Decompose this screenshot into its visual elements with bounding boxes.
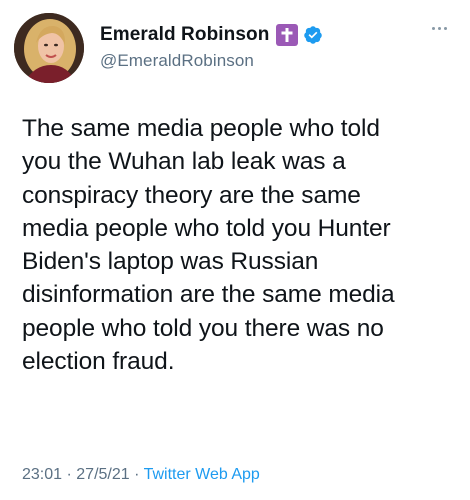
- tweet-card: Emerald Robinson @EmeraldRobinson The sa…: [0, 0, 470, 500]
- cross-icon: [276, 24, 299, 46]
- meta-separator: ·: [66, 466, 72, 483]
- tweet-text: The same media people who told you the W…: [22, 115, 395, 376]
- verified-check-icon: [303, 25, 323, 45]
- tweet-time[interactable]: 23:01: [22, 466, 62, 483]
- tweet-header: Emerald Robinson @EmeraldRobinson: [14, 13, 456, 85]
- avatar[interactable]: [14, 13, 84, 83]
- more-dots-icon[interactable]: [432, 23, 452, 33]
- handle[interactable]: @EmeraldRobinson: [100, 51, 456, 71]
- display-name[interactable]: Emerald Robinson: [100, 24, 269, 46]
- tweet-date[interactable]: 27/5/21: [76, 466, 129, 483]
- user-info: Emerald Robinson @EmeraldRobinson: [100, 21, 456, 71]
- meta-separator: ·: [134, 466, 140, 483]
- name-row: Emerald Robinson: [100, 21, 456, 49]
- tweet-meta: 23:01 · 27/5/21 · Twitter Web App: [22, 466, 260, 484]
- avatar-image: [14, 13, 84, 83]
- tweet-source-link[interactable]: Twitter Web App: [144, 466, 260, 483]
